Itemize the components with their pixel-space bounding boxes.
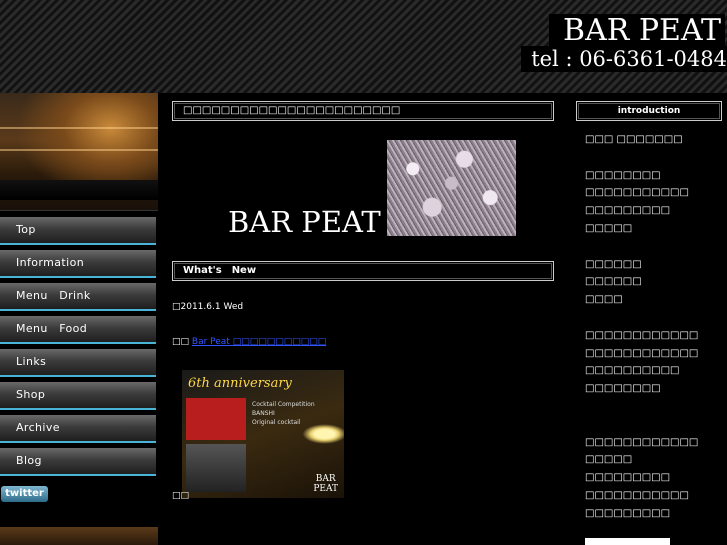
intro-gap bbox=[585, 416, 725, 434]
intro-gap bbox=[585, 149, 725, 167]
intro-line: □□□□□□□□□□□□ bbox=[585, 436, 699, 448]
poster-brand: BAR PEAT bbox=[313, 474, 338, 494]
introduction-heading: introduction bbox=[576, 101, 722, 121]
right-sidebar: introduction □□□ □□□□□□□ □□□□□□□□ □□□□□□□□… bbox=[570, 93, 727, 545]
page-title: □□□□□□□□□□□□□□□□□□□□□□□ bbox=[172, 101, 554, 121]
nav-shop[interactable]: Shop bbox=[0, 382, 156, 410]
bar-interior-photo bbox=[0, 93, 158, 211]
poster-photo bbox=[186, 444, 246, 492]
news-date: □2011.6.1 Wed bbox=[172, 302, 244, 312]
anniversary-poster[interactable]: 6th anniversary Cocktail Competition BAN… bbox=[182, 370, 344, 498]
intro-gap bbox=[585, 238, 725, 256]
intro-gap bbox=[585, 309, 725, 327]
logo-text: BAR PEAT bbox=[228, 205, 381, 239]
intro-line: □□□□□ bbox=[585, 454, 633, 466]
intro-line: □□□□□ bbox=[585, 222, 633, 234]
intro-line: □□□□□□ bbox=[585, 276, 642, 288]
intro-line: □□□□□□□□ bbox=[585, 169, 661, 181]
intro-line: □□□□□□□□□□□ bbox=[585, 489, 689, 501]
nav-top[interactable]: Top bbox=[0, 217, 156, 245]
header: BAR PEAT tel : 06-6361-0484 bbox=[0, 0, 727, 93]
poster-text: Cocktail Competition BANSHI Original coc… bbox=[252, 401, 315, 426]
nav-blog[interactable]: Blog bbox=[0, 448, 156, 476]
nav-menu-food[interactable]: Menu Food bbox=[0, 316, 156, 344]
intro-line: □□□□□□□□ bbox=[585, 383, 661, 395]
news-prefix: □□ bbox=[172, 337, 190, 347]
phone-number: tel : 06-6361-0484 bbox=[521, 46, 727, 72]
intro-line: □□□□□□□□□□□□ bbox=[585, 347, 699, 359]
nav-archive[interactable]: Archive bbox=[0, 415, 156, 443]
main-nav: Top Information Menu Drink Menu Food Lin… bbox=[0, 217, 160, 481]
nav-menu-drink[interactable]: Menu Drink bbox=[0, 283, 156, 311]
poster-red-block bbox=[186, 398, 246, 440]
intro-line: □□□ □□□□□□□ bbox=[585, 134, 683, 145]
main-content: □□□□□□□□□□□□□□□□□□□□□□□ BAR PEAT What's … bbox=[168, 93, 560, 545]
news-heading: What's New bbox=[172, 261, 554, 281]
nav-information[interactable]: Information bbox=[0, 250, 156, 278]
bar-photo-bottom bbox=[0, 527, 158, 545]
nav-links[interactable]: Links bbox=[0, 349, 156, 377]
left-sidebar: Top Information Menu Drink Menu Food Lin… bbox=[0, 93, 160, 545]
brand-title: BAR PEAT bbox=[549, 14, 725, 48]
introduction-text: □□□ □□□□□□□ □□□□□□□□ □□□□□□□□□□□ □□□□□□□□□ □… bbox=[585, 131, 725, 523]
intro-line: □□□□□□ bbox=[585, 258, 642, 270]
intro-line: □□□□□□□□□ bbox=[585, 472, 671, 484]
intro-line: □□□□ bbox=[585, 294, 623, 306]
news-link[interactable]: Bar Peat □□□□□□□□□□□ bbox=[192, 337, 326, 347]
intro-line: □□□□□□□□□ bbox=[585, 205, 671, 217]
white-bar bbox=[585, 538, 670, 545]
cherry-blossom-image bbox=[387, 140, 516, 236]
twitter-button[interactable]: twitter bbox=[1, 486, 48, 502]
poster-title: 6th anniversary bbox=[188, 376, 292, 391]
trailing-text: □□ bbox=[172, 491, 190, 501]
intro-gap bbox=[585, 398, 725, 416]
news-item: □□ Bar Peat □□□□□□□□□□□ bbox=[172, 337, 326, 347]
intro-line: □□□□□□□□□□ bbox=[585, 365, 680, 377]
intro-line: □□□□□□□□□□□ bbox=[585, 187, 689, 199]
intro-line: □□□□□□□□□ bbox=[585, 507, 671, 519]
intro-line: □□□□□□□□□□□□ bbox=[585, 329, 699, 341]
